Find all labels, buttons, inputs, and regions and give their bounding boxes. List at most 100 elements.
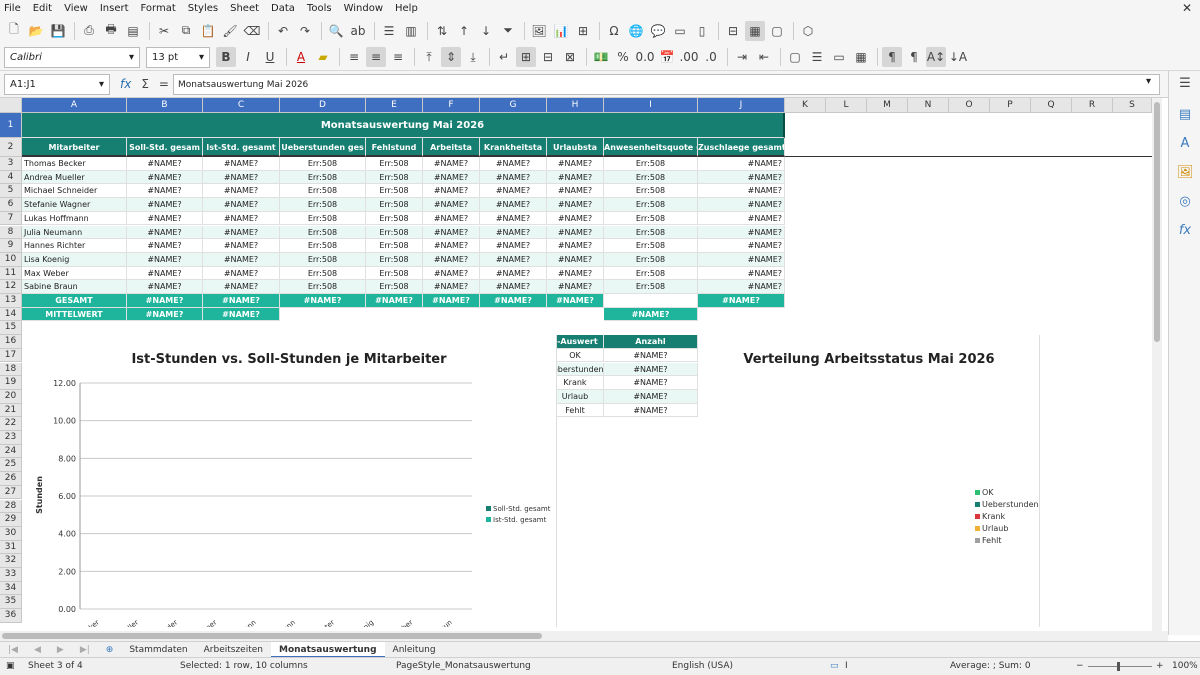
- zoom-slider-handle[interactable]: [1117, 662, 1120, 671]
- status-count[interactable]: #NAME?: [604, 348, 698, 363]
- table-cell[interactable]: Err:508: [280, 225, 366, 240]
- table-cell[interactable]: Err:508: [280, 266, 366, 281]
- close-window-icon[interactable]: ✕: [1182, 1, 1192, 15]
- column-icon[interactable]: ▥: [401, 21, 421, 41]
- table-cell[interactable]: #NAME?: [480, 198, 547, 212]
- bold-icon[interactable]: B: [216, 47, 236, 67]
- row-header-2[interactable]: 2: [0, 138, 22, 157]
- horizontal-scroll-thumb[interactable]: [2, 633, 542, 639]
- table-cell[interactable]: #NAME?: [547, 239, 604, 253]
- conditional-format-icon[interactable]: ▦: [851, 47, 871, 67]
- table-cell[interactable]: #NAME?: [480, 184, 547, 199]
- table-cell[interactable]: #NAME?: [423, 280, 480, 294]
- row-header-8[interactable]: 8: [0, 225, 22, 240]
- merge-cells-icon[interactable]: ⊟: [538, 47, 558, 67]
- table-cell[interactable]: Err:508: [604, 252, 698, 267]
- table-cell[interactable]: #NAME?: [127, 211, 203, 226]
- row-header-36[interactable]: 36: [0, 609, 22, 623]
- first-sheet-icon[interactable]: |◀: [0, 642, 26, 658]
- column-header-b[interactable]: B: [127, 98, 203, 113]
- vertical-text-icon[interactable]: ↓A: [948, 47, 968, 67]
- column-title[interactable]: Arbeitsta: [423, 138, 480, 157]
- column-title[interactable]: Soll-Std. gesam: [127, 138, 203, 157]
- number-format-icon[interactable]: 0.0: [635, 47, 655, 67]
- border-style-icon[interactable]: ☰: [807, 47, 827, 67]
- split-window-icon[interactable]: ▦: [745, 20, 765, 41]
- table-cell[interactable]: #NAME?: [698, 280, 785, 294]
- navigator-icon[interactable]: ◎: [1177, 194, 1193, 210]
- table-cell[interactable]: #NAME?: [127, 198, 203, 212]
- table-cell[interactable]: Err:508: [366, 157, 423, 171]
- center-vertically-icon[interactable]: ⇕: [441, 47, 461, 67]
- employee-name[interactable]: Andrea Mueller: [22, 170, 127, 185]
- table-cell[interactable]: Err:508: [366, 170, 423, 185]
- table-cell[interactable]: #NAME?: [698, 157, 785, 171]
- table-cell[interactable]: #NAME?: [698, 170, 785, 185]
- employee-name[interactable]: Hannes Richter: [22, 239, 127, 253]
- font-size-box[interactable]: 13 pt ▾: [146, 46, 210, 68]
- table-cell[interactable]: #NAME?: [547, 225, 604, 240]
- expand-formula-icon[interactable]: ▾: [1146, 76, 1151, 87]
- column-title[interactable]: Urlaubsta: [547, 138, 604, 157]
- row-header-7[interactable]: 7: [0, 211, 22, 226]
- prev-sheet-icon[interactable]: ◀: [26, 642, 49, 658]
- column-header-c[interactable]: C: [203, 98, 280, 113]
- select-all-corner[interactable]: [0, 98, 22, 113]
- column-title[interactable]: Zuschlaege gesamt (E: [698, 138, 785, 157]
- unmerge-cells-icon[interactable]: ⊠: [560, 47, 580, 67]
- menu-format[interactable]: Format: [141, 3, 176, 14]
- column-header-r[interactable]: R: [1072, 98, 1113, 113]
- table-cell[interactable]: #NAME?: [698, 252, 785, 267]
- add-decimal-icon[interactable]: .00: [679, 47, 699, 67]
- table-cell[interactable]: Err:508: [366, 239, 423, 253]
- table-cell[interactable]: Err:508: [366, 184, 423, 199]
- row-header-30[interactable]: 30: [0, 526, 22, 541]
- menu-sheet[interactable]: Sheet: [230, 3, 259, 14]
- function-wizard-icon[interactable]: fx: [120, 77, 131, 91]
- table-cell[interactable]: Err:508: [280, 198, 366, 212]
- row-header-33[interactable]: 33: [0, 568, 22, 582]
- right-to-left-icon[interactable]: ¶: [904, 47, 924, 67]
- table-cell[interactable]: #NAME?: [423, 211, 480, 226]
- table-cell[interactable]: #NAME?: [127, 252, 203, 267]
- table-cell[interactable]: Err:508: [280, 157, 366, 171]
- text-direction-icon[interactable]: A↕: [926, 47, 946, 67]
- paste-icon[interactable]: 📋: [198, 21, 218, 41]
- column-header-f[interactable]: F: [423, 98, 480, 113]
- percent-format-icon[interactable]: %: [613, 47, 633, 67]
- menu-help[interactable]: Help: [395, 3, 418, 14]
- column-title[interactable]: Anwesenheitsquote (: [604, 138, 698, 157]
- table-cell[interactable]: #NAME?: [698, 198, 785, 212]
- status-count[interactable]: #NAME?: [604, 362, 698, 377]
- vertical-scrollbar[interactable]: [1152, 98, 1162, 631]
- formula-icon[interactable]: =: [159, 77, 169, 91]
- gesamt-cell[interactable]: #NAME?: [423, 294, 480, 308]
- tab-stammdaten[interactable]: Stammdaten: [121, 642, 195, 658]
- date-format-icon[interactable]: 📅: [657, 47, 677, 67]
- clone-formatting-icon[interactable]: 🖌: [220, 21, 240, 41]
- table-cell[interactable]: #NAME?: [547, 252, 604, 267]
- name-box[interactable]: A1:J1 ▾: [4, 73, 110, 95]
- column-title[interactable]: Mitarbeiter: [22, 138, 127, 157]
- row-header-21[interactable]: 21: [0, 403, 22, 418]
- table-cell[interactable]: #NAME?: [480, 280, 547, 294]
- properties-icon[interactable]: ▤: [1177, 107, 1193, 123]
- language[interactable]: English (USA): [672, 661, 733, 671]
- pivot-table-icon[interactable]: ⊞: [573, 21, 593, 41]
- status-count[interactable]: #NAME?: [604, 403, 698, 418]
- decrease-indent-icon[interactable]: ⇤: [754, 47, 774, 67]
- table-cell[interactable]: #NAME?: [698, 266, 785, 281]
- mittelwert-cell[interactable]: #NAME?: [127, 307, 203, 322]
- row-header-23[interactable]: 23: [0, 431, 22, 445]
- hyperlink-icon[interactable]: 🌐: [626, 21, 646, 41]
- zoom-in-icon[interactable]: +: [1156, 661, 1164, 671]
- table-cell[interactable]: Err:508: [604, 198, 698, 212]
- find-replace-icon[interactable]: 🔍: [326, 21, 346, 41]
- increase-indent-icon[interactable]: ⇥: [732, 47, 752, 67]
- gesamt-label[interactable]: GESAMT: [22, 294, 127, 308]
- table-cell[interactable]: Err:508: [280, 170, 366, 185]
- define-print-area-icon[interactable]: ▯: [692, 21, 712, 41]
- employee-name[interactable]: Lisa Koenig: [22, 252, 127, 267]
- row-icon[interactable]: ☰: [379, 21, 399, 41]
- table-cell[interactable]: #NAME?: [203, 252, 280, 267]
